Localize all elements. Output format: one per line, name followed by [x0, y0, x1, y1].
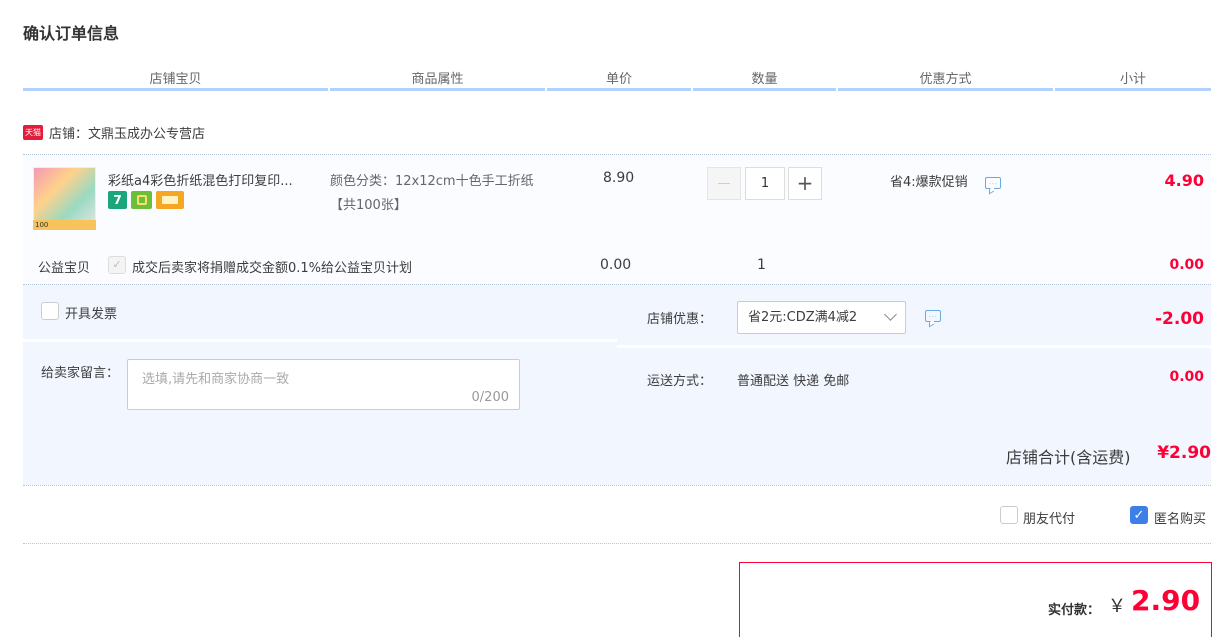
seven-day-return-icon: 7: [108, 191, 127, 209]
friend-pay-label[interactable]: 朋友代付: [1023, 508, 1075, 527]
chevron-down-icon: [884, 308, 897, 321]
invoice-checkbox[interactable]: [41, 302, 59, 320]
divider: [23, 543, 1211, 544]
shop-discount-value: 省2元:CDZ满4减2: [748, 310, 858, 325]
shop-total-label: 店铺合计(含运费): [1006, 448, 1131, 467]
payment-amount: 2.90: [1131, 584, 1201, 617]
shop-line: 天猫 店铺：文鼎玉成办公专营店: [23, 123, 205, 142]
shipping-method: 普通配送 快递 免邮: [737, 374, 850, 389]
quantity-decrement-button[interactable]: —: [707, 167, 741, 200]
item-subtotal: 4.90: [1164, 171, 1204, 190]
order-options-right: [617, 285, 1211, 422]
options-separator: [23, 339, 617, 342]
seller-message-label: 给卖家留言：: [41, 366, 120, 381]
header-underline-1: [23, 88, 328, 91]
payment-label: 实付款：: [1048, 603, 1101, 618]
header-underline-3: [547, 88, 691, 91]
item-promotion: 省4:爆款促销: [890, 175, 968, 190]
shop-name[interactable]: 店铺：文鼎玉成办公专营店: [49, 123, 205, 142]
product-attributes: 颜色分类：12x12cm十色手工折纸【共100张】: [330, 174, 534, 213]
shipping-label: 运送方式：: [647, 374, 713, 389]
header-underline-6: [1055, 88, 1211, 91]
shop-discount-amount: -2.00: [1155, 309, 1204, 329]
header-underline-5: [838, 88, 1053, 91]
thumbnail-caption: 100: [33, 220, 96, 230]
options-separator: [617, 345, 1211, 348]
charity-description: 成交后卖家将捐赠成交金额0.1%给公益宝贝计划: [132, 261, 413, 276]
shop-discount-select[interactable]: 省2元:CDZ满4减2: [737, 301, 906, 334]
column-header-quantity: 数量: [751, 72, 778, 87]
anonymous-purchase-label[interactable]: 匿名购买: [1154, 508, 1206, 527]
unit-price: 8.90: [603, 170, 635, 186]
seller-message-input[interactable]: 选填,请先和商家协商一致 0/200: [127, 359, 520, 410]
promotion-info-icon[interactable]: ···: [985, 177, 1001, 189]
shop-discount-label: 店铺优惠：: [647, 312, 713, 327]
tmall-icon: 天猫: [23, 125, 43, 140]
page-title: 确认订单信息: [23, 24, 120, 43]
header-underline-4: [693, 88, 836, 91]
charity-checkbox: ✓: [108, 256, 126, 274]
column-header-discount: 优惠方式: [919, 72, 972, 87]
charity-label: 公益宝贝: [38, 261, 91, 276]
quantity-increment-button[interactable]: +: [788, 167, 822, 200]
column-header-subtotal: 小计: [1119, 72, 1146, 87]
anonymous-purchase-checkbox[interactable]: ✓: [1130, 506, 1148, 524]
column-header-shop-item: 店铺宝贝: [149, 72, 202, 87]
guarantee-icon: [131, 191, 152, 209]
payment-currency: ￥: [1108, 596, 1126, 617]
discount-info-icon[interactable]: ···: [925, 310, 941, 322]
charity-subtotal: 0.00: [1169, 257, 1204, 273]
product-name-link[interactable]: 彩纸a4彩色折纸混色打印复印...: [108, 170, 318, 189]
charity-price: 0.00: [600, 257, 632, 273]
seller-message-placeholder: 选填,请先和商家协商一致: [142, 372, 290, 387]
friend-pay-checkbox[interactable]: [1000, 506, 1018, 524]
column-header-unit-price: 单价: [605, 72, 632, 87]
charity-quantity: 1: [757, 257, 766, 273]
invoice-label[interactable]: 开具发票: [65, 303, 117, 322]
shop-total-amount: ¥2.90: [1157, 443, 1211, 463]
quantity-input[interactable]: 1: [745, 167, 785, 200]
header-underline-2: [330, 88, 545, 91]
shipping-amount: 0.00: [1169, 369, 1204, 385]
column-header-attributes: 商品属性: [411, 72, 464, 87]
seller-message-counter: 0/200: [471, 390, 509, 405]
divider: [23, 485, 1211, 486]
credit-card-icon: [156, 191, 184, 209]
